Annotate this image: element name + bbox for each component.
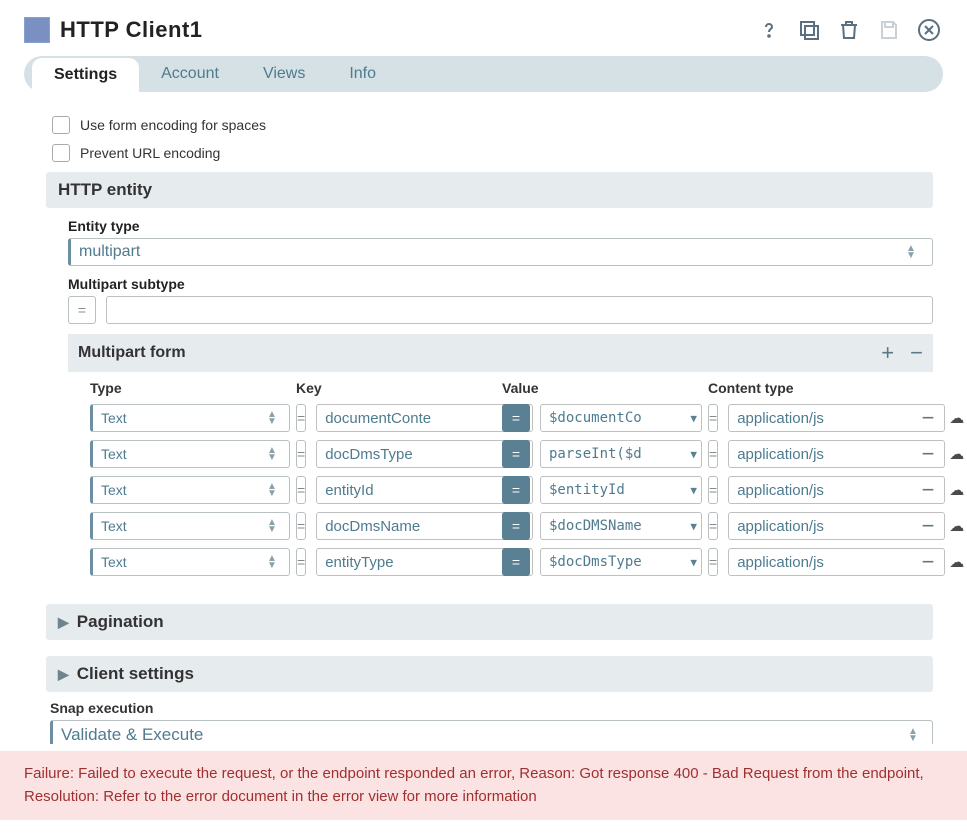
row-ct-expr-toggle[interactable]: = (708, 404, 718, 432)
row-key-input[interactable] (316, 512, 533, 540)
prevent-url-encoding-checkbox[interactable] (52, 144, 70, 162)
help-icon[interactable] (755, 16, 783, 44)
add-row-button[interactable]: + (881, 340, 894, 366)
row-value-expr-toggle[interactable]: = (502, 476, 530, 504)
row-ct-input[interactable] (728, 440, 945, 468)
duplicate-icon[interactable] (795, 16, 823, 44)
suggest-icon[interactable]: ☁ (949, 481, 964, 499)
row-ct-input[interactable] (728, 476, 945, 504)
multipart-subtype-expression-toggle[interactable]: = (68, 296, 96, 324)
chevron-down-icon: ▼ (690, 556, 697, 569)
row-value-expr-toggle[interactable]: = (502, 404, 530, 432)
prevent-url-encoding-label: Prevent URL encoding (80, 145, 220, 161)
row-delete-button[interactable]: − (914, 405, 942, 431)
row-value-input[interactable]: $docDMSName▼ (540, 512, 702, 540)
row-ct-input[interactable] (728, 404, 945, 432)
use-form-encoding-checkbox[interactable] (52, 116, 70, 134)
col-key: Key (296, 380, 496, 396)
close-icon[interactable] (915, 16, 943, 44)
http-entity-section: HTTP entity (46, 172, 933, 208)
use-form-encoding-label: Use form encoding for spaces (80, 117, 266, 133)
row-key-expr-toggle[interactable]: = (296, 548, 306, 576)
table-row: Text▲▼ = =$docDMSName▼ =☁ − (68, 508, 933, 544)
row-ct-expr-toggle[interactable]: = (708, 476, 718, 504)
save-icon[interactable] (875, 16, 903, 44)
trash-icon[interactable] (835, 16, 863, 44)
row-type-select[interactable]: Text▲▼ (90, 440, 290, 468)
chevron-down-icon: ▼ (690, 484, 697, 497)
row-delete-button[interactable]: − (914, 477, 942, 503)
error-text: Failure: Failed to execute the request, … (24, 765, 924, 805)
col-content-type: Content type (708, 380, 908, 396)
tab-views[interactable]: Views (241, 56, 327, 92)
entity-type-label: Entity type (68, 218, 933, 234)
row-key-expr-toggle[interactable]: = (296, 440, 306, 468)
client-settings-heading: Client settings (77, 664, 194, 684)
entity-type-stepper-icon: ▲▼ (906, 245, 924, 259)
multipart-subtype-label: Multipart subtype (68, 276, 933, 292)
chevron-right-icon: ▶ (58, 666, 69, 683)
chevron-down-icon: ▼ (690, 412, 697, 425)
table-row: Text▲▼ = =$docDmsType▼ =☁ − (68, 544, 933, 580)
chevron-down-icon: ▼ (690, 448, 697, 461)
table-row: Text▲▼ = =$entityId▼ =☁ − (68, 472, 933, 508)
table-row: Text▲▼ = =$documentCo▼ =☁ − (68, 400, 933, 436)
entity-type-select[interactable]: multipart ▲▼ (68, 238, 933, 266)
pagination-section[interactable]: ▶ Pagination (46, 604, 933, 640)
row-key-input[interactable] (316, 476, 533, 504)
suggest-icon[interactable]: ☁ (949, 445, 964, 463)
suggest-icon[interactable]: ☁ (949, 517, 964, 535)
multipart-form-section: Multipart form + − (68, 334, 933, 372)
row-type-select[interactable]: Text▲▼ (90, 476, 290, 504)
tabs-bar: Settings Account Views Info (24, 56, 943, 92)
error-banner: Failure: Failed to execute the request, … (0, 751, 967, 820)
row-ct-input[interactable] (728, 548, 945, 576)
row-value-input[interactable]: $documentCo▼ (540, 404, 702, 432)
row-value-expr-toggle[interactable]: = (502, 512, 530, 540)
snap-execution-stepper-icon: ▲▼ (908, 728, 926, 742)
snap-execution-label: Snap execution (50, 700, 933, 716)
pagination-heading: Pagination (77, 612, 164, 632)
row-delete-button[interactable]: − (914, 441, 942, 467)
multipart-form-heading: Multipart form (78, 344, 186, 362)
row-type-select[interactable]: Text▲▼ (90, 404, 290, 432)
row-ct-expr-toggle[interactable]: = (708, 440, 718, 468)
chevron-right-icon: ▶ (58, 614, 69, 631)
row-key-input[interactable] (316, 404, 533, 432)
row-key-input[interactable] (316, 548, 533, 576)
row-ct-input[interactable] (728, 512, 945, 540)
snap-execution-select[interactable]: Validate & Execute ▲▼ (50, 720, 933, 744)
row-delete-button[interactable]: − (914, 549, 942, 575)
table-row: Text▲▼ = =parseInt($d▼ =☁ − (68, 436, 933, 472)
row-key-input[interactable] (316, 440, 533, 468)
row-type-select[interactable]: Text▲▼ (90, 512, 290, 540)
chevron-down-icon: ▼ (690, 520, 697, 533)
row-value-input[interactable]: $docDmsType▼ (540, 548, 702, 576)
col-value: Value (502, 380, 702, 396)
settings-scroll[interactable]: Use form encoding for spaces Prevent URL… (0, 100, 967, 744)
tab-settings[interactable]: Settings (32, 58, 139, 92)
row-value-input[interactable]: $entityId▼ (540, 476, 702, 504)
row-ct-expr-toggle[interactable]: = (708, 548, 718, 576)
page-title: HTTP Client1 (60, 17, 755, 43)
row-value-expr-toggle[interactable]: = (502, 548, 530, 576)
row-ct-expr-toggle[interactable]: = (708, 512, 718, 540)
col-type: Type (90, 380, 290, 396)
row-type-select[interactable]: Text▲▼ (90, 548, 290, 576)
row-delete-button[interactable]: − (914, 513, 942, 539)
suggest-icon[interactable]: ☁ (949, 409, 964, 427)
row-value-expr-toggle[interactable]: = (502, 440, 530, 468)
row-key-expr-toggle[interactable]: = (296, 404, 306, 432)
suggest-icon[interactable]: ☁ (949, 553, 964, 571)
multipart-subtype-input[interactable] (106, 296, 933, 324)
snap-icon (24, 17, 50, 43)
row-value-input[interactable]: parseInt($d▼ (540, 440, 702, 468)
tab-info[interactable]: Info (327, 56, 398, 92)
tab-account[interactable]: Account (139, 56, 241, 92)
row-key-expr-toggle[interactable]: = (296, 512, 306, 540)
remove-row-button[interactable]: − (910, 340, 923, 366)
http-entity-heading: HTTP entity (58, 180, 152, 200)
row-key-expr-toggle[interactable]: = (296, 476, 306, 504)
client-settings-section[interactable]: ▶ Client settings (46, 656, 933, 692)
